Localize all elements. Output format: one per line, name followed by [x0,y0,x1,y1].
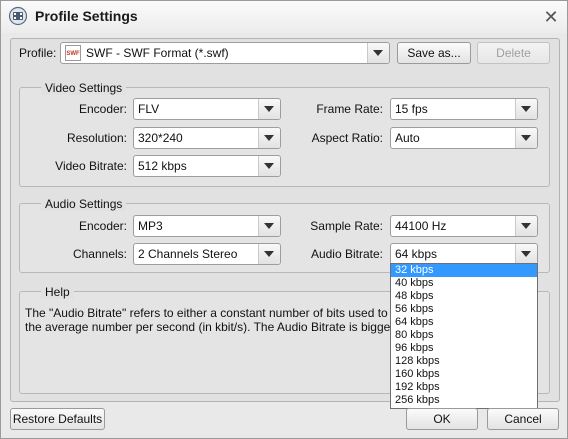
audio-encoder-select[interactable]: MP3 [133,215,281,237]
frame-rate-value: 15 fps [395,102,428,116]
channels-value: 2 Channels Stereo [138,247,238,261]
help-line-2: the average number per second (in kbit/s… [25,320,397,334]
resolution-value: 320*240 [138,131,183,145]
bitrate-option[interactable]: 80 kbps [391,329,537,342]
chevron-down-icon[interactable] [258,99,280,119]
video-encoder-select[interactable]: FLV [133,98,281,120]
bitrate-option[interactable]: 40 kbps [391,277,537,290]
window-title: Profile Settings [35,8,138,24]
chevron-down-icon[interactable] [258,128,280,148]
close-icon[interactable]: ✕ [541,7,561,27]
title-bar[interactable]: Profile Settings ✕ [1,1,567,33]
audio-encoder-value: MP3 [138,219,163,233]
help-text: The "Audio Bitrate" refers to either a c… [25,306,397,334]
help-title: Help [41,285,74,299]
chevron-down-icon[interactable] [515,216,537,236]
cancel-button[interactable]: Cancel [487,408,559,430]
bitrate-option[interactable]: 64 kbps [391,316,537,329]
sample-rate-value: 44100 Hz [395,219,447,233]
chevron-down-icon[interactable] [367,43,389,63]
profile-value: SWF - SWF Format (*.swf) [86,46,229,60]
restore-defaults-button[interactable]: Restore Defaults [10,408,105,430]
frame-rate-select[interactable]: 15 fps [390,98,538,120]
bitrate-option[interactable]: 160 kbps [391,368,537,381]
sample-rate-label: Sample Rate: [310,219,383,233]
frame-rate-label: Frame Rate: [316,102,383,116]
video-bitrate-select[interactable]: 512 kbps [133,155,281,177]
audio-bitrate-dropdown-list[interactable]: 32 kbps 40 kbps 48 kbps 56 kbps 64 kbps 80 kb… [390,263,538,409]
bitrate-option[interactable]: 56 kbps [391,303,537,316]
help-line-1: The "Audio Bitrate" refers to either a c… [25,306,397,320]
channels-select[interactable]: 2 Channels Stereo [133,243,281,265]
bitrate-option[interactable]: 128 kbps [391,355,537,368]
chevron-down-icon[interactable] [258,216,280,236]
video-encoder-label: Encoder: [78,102,127,116]
profile-settings-window: Profile Settings ✕ Profile: SWF SWF - SW… [0,0,568,439]
chevron-down-icon[interactable] [515,244,537,264]
video-bitrate-value: 512 kbps [138,159,187,173]
aspect-ratio-value: Auto [395,131,420,145]
chevron-down-icon[interactable] [515,99,537,119]
bitrate-option[interactable]: 48 kbps [391,290,537,303]
audio-bitrate-value: 64 kbps [395,247,438,261]
profile-select[interactable]: SWF SWF - SWF Format (*.swf) [60,42,390,64]
sample-rate-select[interactable]: 44100 Hz [390,215,538,237]
ok-button[interactable]: OK [406,408,478,430]
aspect-ratio-select[interactable]: Auto [390,127,538,149]
audio-bitrate-label: Audio Bitrate: [310,247,383,261]
delete-button[interactable]: Delete [477,42,550,64]
aspect-ratio-label: Aspect Ratio: [311,131,383,145]
video-bitrate-label: Video Bitrate: [55,159,127,173]
chevron-down-icon[interactable] [258,156,280,176]
chevron-down-icon[interactable] [515,128,537,148]
app-film-icon [8,6,28,26]
video-settings-title: Video Settings [41,81,127,95]
audio-settings-title: Audio Settings [41,197,127,211]
save-as-button[interactable]: Save as... [397,42,471,64]
swf-file-icon: SWF [65,45,81,61]
audio-encoder-label: Encoder: [78,219,127,233]
chevron-down-icon[interactable] [258,244,280,264]
bitrate-option[interactable]: 256 kbps [391,394,537,407]
resolution-label: Resolution: [66,131,127,145]
bitrate-option[interactable]: 96 kbps [391,342,537,355]
video-encoder-value: FLV [138,102,160,116]
channels-label: Channels: [72,247,127,261]
profile-label: Profile: [19,46,57,60]
bitrate-option[interactable]: 192 kbps [391,381,537,394]
audio-bitrate-select[interactable]: 64 kbps [390,243,538,265]
resolution-select[interactable]: 320*240 [133,127,281,149]
bitrate-option[interactable]: 32 kbps [391,264,537,277]
